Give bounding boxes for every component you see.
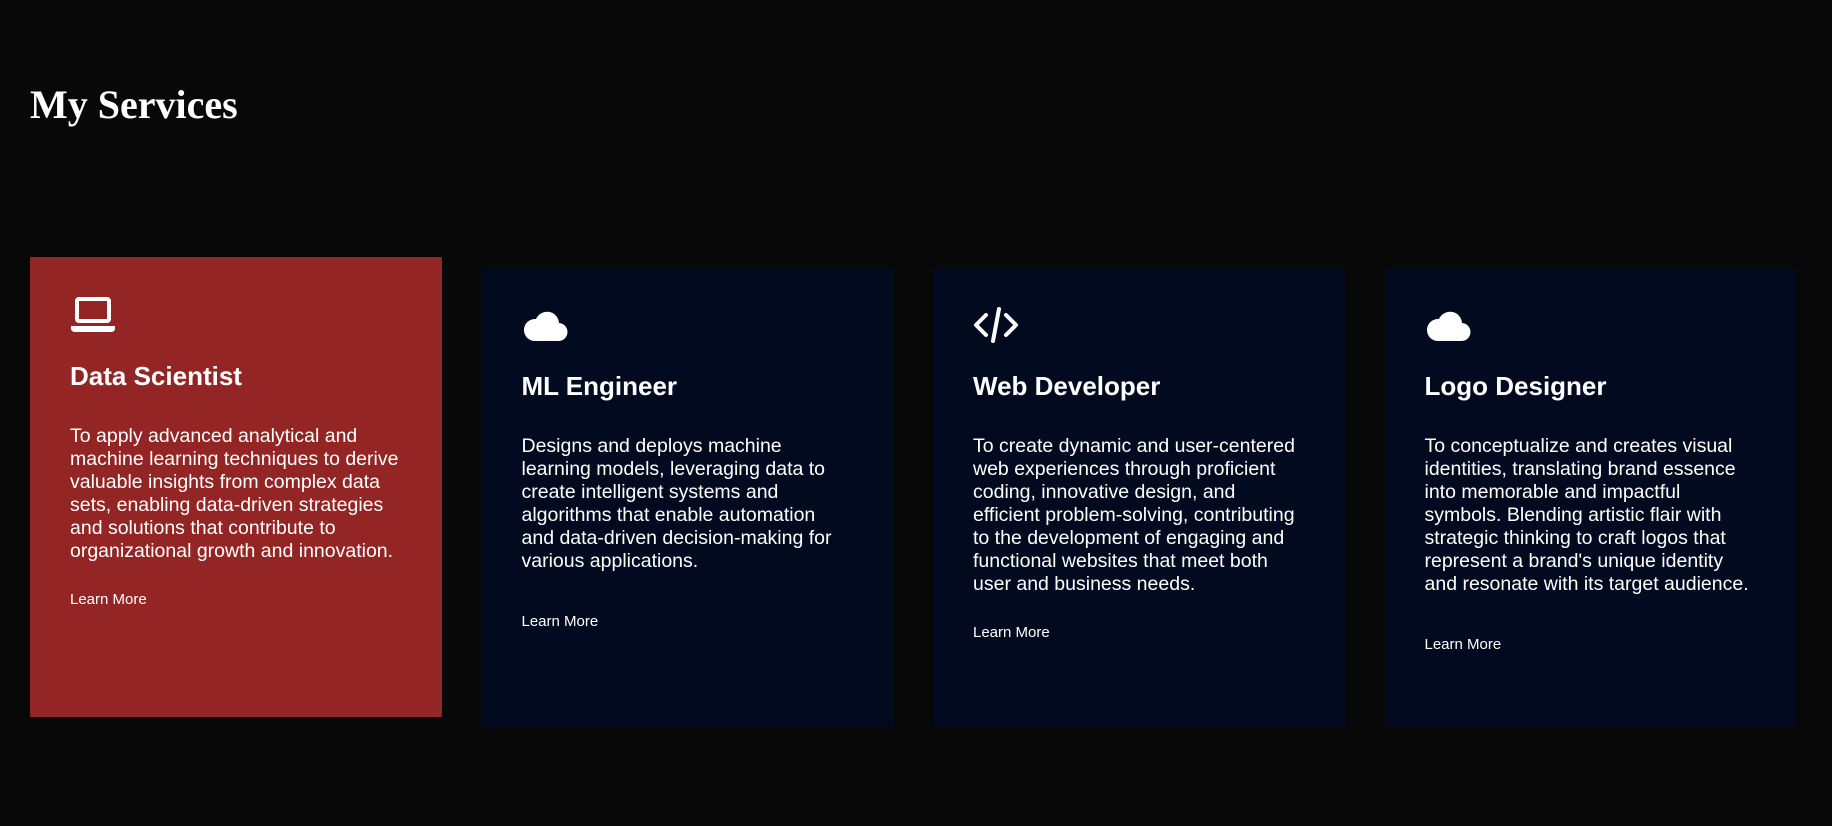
learn-more-link[interactable]: Learn More — [522, 613, 599, 631]
service-description: Designs and deploys machine learning mod… — [521, 435, 832, 572]
service-title: Logo Designer — [1424, 371, 1607, 401]
service-card-logo-designer[interactable]: Logo Designer To conceptualize and creat… — [1384, 267, 1796, 727]
service-title: ML Engineer — [521, 371, 678, 401]
learn-more-link[interactable]: Learn More — [1425, 636, 1502, 654]
service-description: To create dynamic and user-centered web … — [973, 435, 1295, 595]
service-card-ml-engineer[interactable]: ML Engineer Designs and deploys machine … — [481, 267, 893, 727]
service-card-web-developer[interactable]: Web Developer To create dynamic and user… — [933, 267, 1345, 727]
learn-more-link[interactable]: Learn More — [70, 591, 147, 609]
laptop-icon — [70, 295, 116, 335]
service-title: Web Developer — [973, 371, 1161, 401]
learn-more-link[interactable]: Learn More — [973, 624, 1050, 642]
cloud-icon — [1425, 305, 1471, 345]
code-icon — [973, 305, 1019, 345]
page-title: My Services — [30, 82, 238, 127]
service-description: To conceptualize and creates visual iden… — [1424, 435, 1749, 595]
service-title: Data Scientist — [70, 361, 242, 391]
service-card-data-scientist[interactable]: Data Scientist To apply advanced analyti… — [30, 257, 442, 717]
services-grid: Data Scientist To apply advanced analyti… — [30, 257, 1796, 727]
cloud-icon — [522, 305, 568, 345]
service-description: To apply advanced analytical and machine… — [70, 425, 399, 562]
